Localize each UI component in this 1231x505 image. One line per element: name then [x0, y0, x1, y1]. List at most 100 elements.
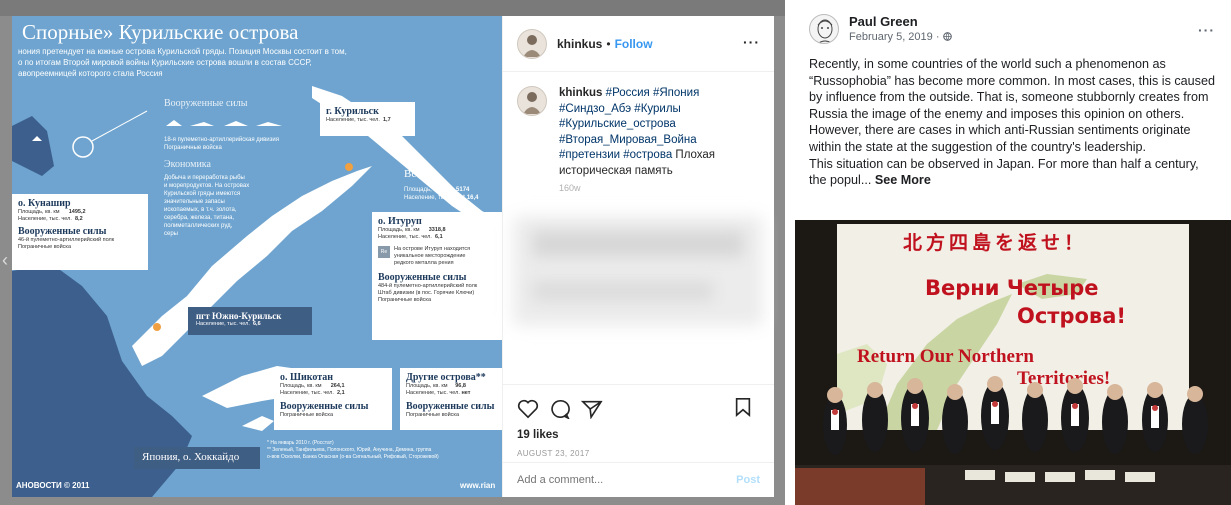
kunashir-forces-sub-2: Пограничные войска — [18, 244, 72, 250]
fb-author-name[interactable]: Paul Green — [849, 14, 952, 29]
heart-icon[interactable] — [517, 399, 539, 419]
iturup-area-row: Площадь, кв. км 3318,8 — [378, 227, 446, 233]
image-credit: АНОВОСТИ © 2011 — [16, 481, 90, 490]
post-actions: 19 likes AUGUST 23, 2017 — [503, 384, 774, 458]
share-icon[interactable] — [581, 399, 603, 419]
fb-text-para-1: Recently, in some countries of the world… — [809, 57, 1215, 154]
iturup-note-3: редкого металла рения — [394, 260, 454, 266]
fb-post-photo[interactable]: 北方四島を返せ！ Верни Четыре Острова! Return Ou… — [795, 220, 1231, 505]
follow-button[interactable]: Follow — [615, 37, 653, 51]
legend-forces-sub-2: Пограничные войска — [164, 145, 222, 151]
iturup-name: о. Итуруп — [378, 216, 422, 227]
other-pop-row: Население, тыс. чел. нет — [406, 390, 471, 396]
paul-green-avatar[interactable] — [809, 14, 839, 44]
footnote-2b: о-вов Осколки, Банка Опасная (о-ва Сигна… — [267, 454, 439, 460]
iturup-forces-sub-2: Штаб дивизии (в пос. Горячие Ключи) — [378, 290, 475, 296]
likes-count[interactable]: 19 likes — [517, 429, 760, 441]
shikotan-forces-sub: Пограничные войска — [280, 412, 334, 418]
iturup-forces: Вооруженные силы — [378, 272, 467, 283]
fb-post-text: Recently, in some countries of the world… — [795, 56, 1231, 189]
shikotan-forces: Вооруженные силы — [280, 401, 369, 412]
comment-icon[interactable] — [549, 399, 571, 419]
caption-username[interactable]: khinkus — [559, 87, 602, 99]
iturup-note-2: уникальное месторождение — [394, 253, 466, 259]
comment-bar: Post — [503, 462, 774, 497]
banner-russian-text-2: Острова! — [1017, 304, 1126, 328]
fb-post-header: Paul Green February 5, 2019 · ··· — [795, 8, 1231, 56]
face-sketch-icon — [817, 19, 833, 43]
other-islands-name: Другие острова** — [406, 372, 486, 383]
economy-line-7: полиметаллических руд, — [164, 223, 233, 229]
iturup-forces-sub-3: Пограничные войска — [378, 297, 432, 303]
shikotan-label-box: о. Шикотан Площадь, кв. км 264,1 Населен… — [274, 368, 392, 430]
see-more-link[interactable]: See More — [875, 173, 931, 187]
bookmark-icon[interactable] — [734, 397, 752, 417]
kunashir-label-box: о. Кунашир Площадь, кв. км 1495,2 Населе… — [12, 194, 148, 270]
economy-line-1: Добыча и переработка рыбы — [164, 175, 245, 181]
post-caption: khinkus #Россия #Япония #Синдзо_Абэ #Кур… — [503, 72, 774, 179]
economy-line-8: серы — [164, 231, 178, 237]
action-icons-row — [517, 397, 760, 421]
post-image-infographic[interactable]: Спорные» Курильские острова нония претен… — [12, 16, 502, 497]
banner-japanese-text: 北方四島を返せ！ — [902, 232, 1087, 254]
globe-icon — [942, 32, 952, 41]
kunashir-area-row: Площадь, кв. км 1495,2 — [18, 209, 86, 215]
other-forces: Вооруженные силы — [406, 401, 495, 412]
caption-avatar[interactable] — [517, 86, 547, 116]
blurred-comment-1 — [533, 231, 743, 257]
infographic-intro-2: о по итогам Второй мировой войны Курильс… — [18, 58, 312, 67]
military-vehicles-icon — [166, 120, 282, 126]
instagram-overlay[interactable]: ‹ Спорные» Курильские острова нония прет… — [0, 0, 785, 505]
khinkus-avatar[interactable] — [517, 28, 547, 59]
fb-more-options-button[interactable]: ··· — [1198, 22, 1215, 38]
other-forces-sub: Пограничные войска — [406, 412, 460, 418]
yuzhno-kurilsk-label: пгт Южно-Курильск Население, тыс. чел. 6… — [188, 307, 312, 335]
yuzhno-kurilsk-name: пгт Южно-Курильск — [196, 311, 282, 321]
rhenium-icon: Re — [378, 246, 390, 258]
post-date: AUGUST 23, 2017 — [517, 449, 590, 458]
post-comment-button[interactable]: Post — [736, 474, 760, 486]
kurilsk-label-box: г. Курильск Население, тыс. чел. 1,7 — [320, 102, 415, 136]
facebook-post: Paul Green February 5, 2019 · ··· Recent… — [795, 8, 1231, 505]
economy-line-3: Курильской гряды имеются — [164, 191, 241, 197]
post-username[interactable]: khinkus — [557, 37, 602, 51]
legend-forces-sub-1: 18-я пулеметно-артиллерийская дивизия — [164, 137, 279, 143]
blurred-comment-2 — [533, 281, 713, 301]
legend-economy-title: Экономика — [164, 159, 211, 170]
footnote-1: * На январь 2010 г. (Росстат) — [267, 440, 334, 446]
economy-line-5: ископаемых, в т.ч. золота, — [164, 207, 237, 213]
kunashir-forces-sub-1: 46-й пулеметно-артиллерийский полк — [18, 237, 115, 243]
infographic-intro-1: нония претендует на южные острова Куриль… — [18, 47, 347, 56]
fb-text-para-2: This situation can be observed in Japan.… — [809, 156, 1199, 188]
iturup-note-1: На острове Итуруп находится — [394, 246, 471, 252]
caption-text: khinkus #Россия #Япония #Синдзо_Абэ #Кур… — [559, 86, 754, 179]
kunashir-name: о. Кунашир — [18, 198, 71, 209]
kunashir-pop-row: Население, тыс. чел. 8,2 — [18, 216, 83, 222]
yuzhno-kurilsk-pop-row: Население, тыс. чел. 6,6 — [196, 321, 261, 327]
post-side-panel: khinkus • Follow ··· khinkus #Россия #Яп… — [502, 16, 774, 497]
kunashir-forces: Вооруженные силы — [18, 226, 107, 237]
fb-post-date[interactable]: February 5, 2019 · — [849, 31, 952, 43]
shikotan-area-row: Площадь, кв. км 264,1 — [280, 383, 345, 389]
person-figure-icon — [523, 92, 541, 114]
fb-author-block: Paul Green February 5, 2019 · — [849, 14, 952, 43]
footnote-2a: ** Зеленый, Танфильева, Полонского, Юрий… — [267, 447, 432, 453]
kurilsk-name: г. Курильск — [326, 106, 379, 117]
shikotan-name: о. Шикотан — [280, 372, 334, 383]
post-header: khinkus • Follow ··· — [503, 16, 774, 72]
person-figure-icon — [523, 34, 541, 57]
banner-russian-text-1: Верни Четыре — [925, 276, 1099, 300]
iturup-label-box: о. Итуруп Площадь, кв. км 3318,8 Населен… — [372, 212, 502, 340]
other-islands-label-box: Другие острова** Площадь, кв. км 96,8 На… — [400, 368, 502, 430]
crowd-of-officials-graphic — [795, 376, 1231, 505]
total-pop-row: Население, тыс. чел.* 16,4 — [404, 195, 479, 201]
add-comment-input[interactable] — [517, 474, 737, 486]
caption-timestamp: 160w — [559, 183, 581, 193]
instagram-post-modal: Спорные» Курильские острова нония претен… — [12, 16, 774, 497]
iturup-pop-row: Население, тыс. чел. 6,1 — [378, 234, 443, 240]
infographic-title: Спорные» Курильские острова — [22, 20, 299, 44]
total-area-row: Площадь, кв. км 5174 — [404, 187, 470, 193]
more-options-button[interactable]: ··· — [743, 34, 760, 50]
legend-forces-title: Вооруженные силы — [164, 98, 248, 109]
prev-post-arrow[interactable]: ‹ — [2, 250, 8, 271]
